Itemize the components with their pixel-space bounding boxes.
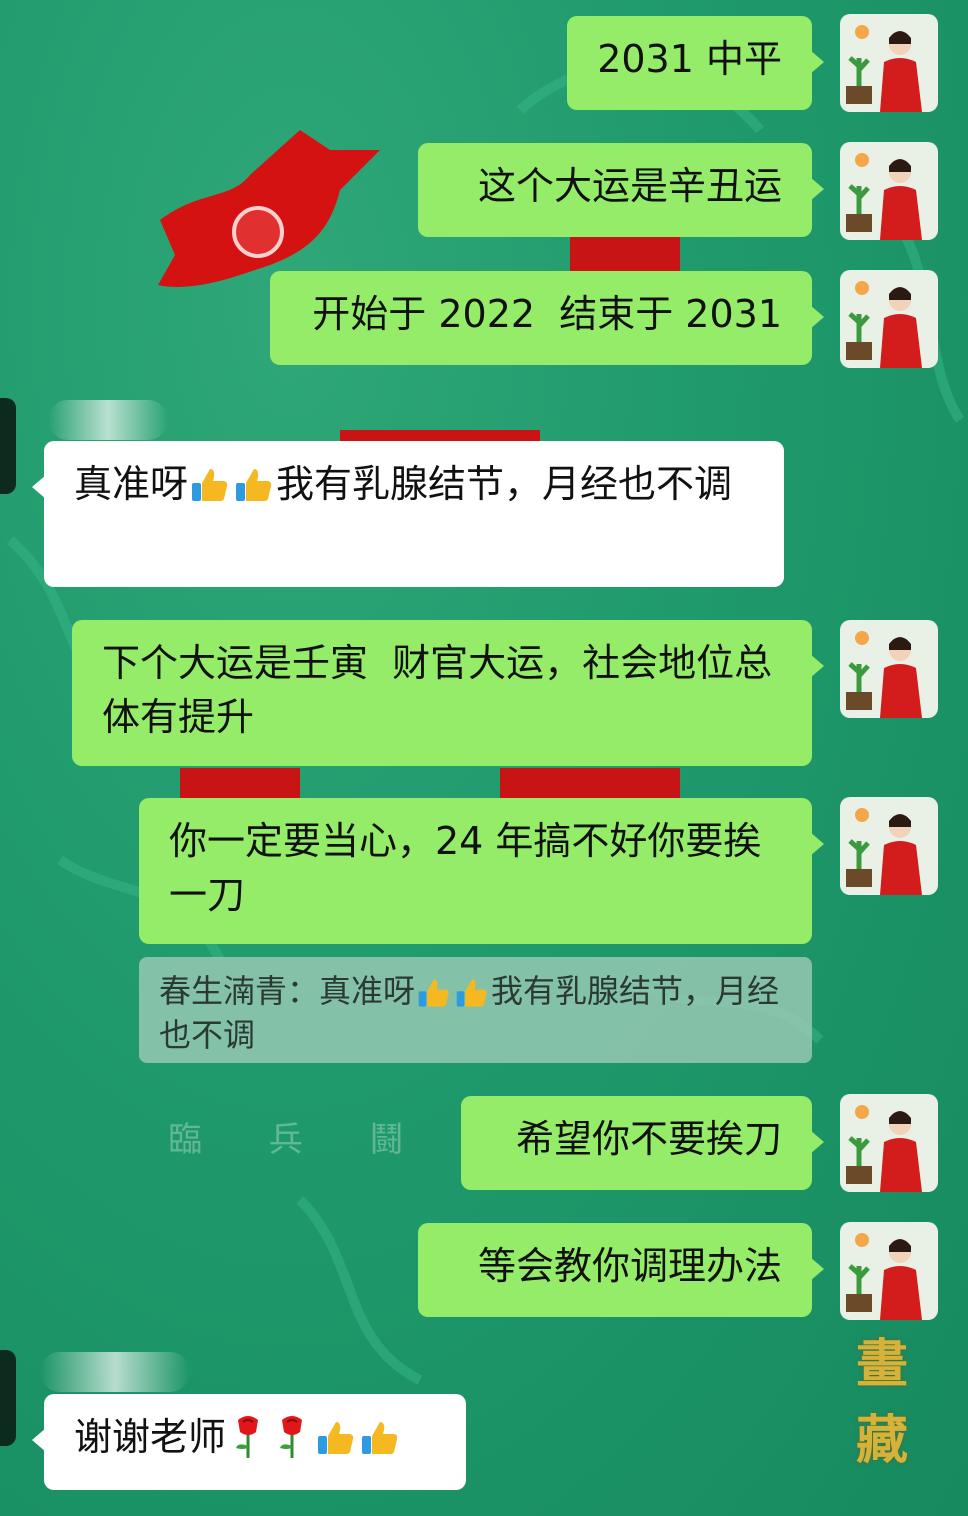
sender-name-redacted bbox=[40, 1352, 190, 1392]
message-text: 下个大运是壬寅 财官大运，社会地位总体有提升 bbox=[102, 641, 773, 739]
rose-icon bbox=[230, 1414, 266, 1460]
edge-handle bbox=[0, 1350, 16, 1446]
avatar-image bbox=[840, 1222, 938, 1320]
message-bubble-outgoing[interactable]: 2031 中平 bbox=[567, 16, 824, 110]
message-text: 开始于 2022 结束于 2031 bbox=[312, 292, 782, 336]
message-bubble-outgoing[interactable]: 等会教你调理办法 bbox=[418, 1223, 824, 1317]
avatar[interactable] bbox=[840, 620, 938, 718]
message-text: 真准呀 bbox=[74, 462, 189, 506]
message-text: 这个大运是辛丑运 bbox=[477, 164, 782, 208]
message-text: 谢谢老师 bbox=[74, 1415, 227, 1459]
thumbs-up-icon bbox=[190, 465, 230, 505]
avatar-image bbox=[840, 797, 938, 895]
message-text: 希望你不要挨刀 bbox=[515, 1117, 782, 1161]
message-bubble-incoming[interactable]: 真准呀 我有乳腺结节，月经也不调 bbox=[32, 441, 784, 587]
quoted-sender: 春生湳青： bbox=[159, 972, 320, 1010]
thumbs-up-icon bbox=[360, 1418, 400, 1458]
avatar[interactable] bbox=[840, 1222, 938, 1320]
thumbs-up-icon bbox=[316, 1418, 356, 1458]
avatar[interactable] bbox=[840, 270, 938, 368]
avatar[interactable] bbox=[840, 1094, 938, 1192]
thumbs-up-icon bbox=[455, 976, 489, 1010]
message-bubble-outgoing[interactable]: 希望你不要挨刀 bbox=[461, 1096, 824, 1190]
edge-handle bbox=[0, 398, 16, 494]
thumbs-up-icon bbox=[417, 976, 451, 1010]
message-text: 你一定要当心，24 年搞不好你要挨一刀 bbox=[169, 819, 762, 917]
message-text: 我有乳腺结节，月经也不调 bbox=[276, 462, 733, 506]
rose-icon bbox=[274, 1414, 310, 1460]
avatar-image bbox=[840, 1094, 938, 1192]
avatar-image bbox=[840, 620, 938, 718]
avatar-image bbox=[840, 142, 938, 240]
message-text: 等会教你调理办法 bbox=[477, 1244, 782, 1288]
message-bubble-outgoing[interactable]: 下个大运是壬寅 财官大运，社会地位总体有提升 bbox=[72, 620, 824, 766]
quoted-text: 真准呀 bbox=[319, 972, 416, 1010]
quoted-message[interactable]: 春生湳青：真准呀 我有乳腺结节，月经也不调 bbox=[139, 957, 812, 1063]
avatar[interactable] bbox=[840, 142, 938, 240]
background-seal: 藏 bbox=[856, 1410, 909, 1471]
avatar[interactable] bbox=[840, 14, 938, 112]
message-bubble-outgoing[interactable]: 这个大运是辛丑运 bbox=[418, 143, 824, 237]
avatar-image bbox=[840, 14, 938, 112]
message-bubble-outgoing[interactable]: 你一定要当心，24 年搞不好你要挨一刀 bbox=[139, 798, 824, 944]
message-bubble-outgoing[interactable]: 开始于 2022 结束于 2031 bbox=[270, 271, 824, 365]
thumbs-up-icon bbox=[234, 465, 274, 505]
avatar-image bbox=[840, 270, 938, 368]
avatar[interactable] bbox=[840, 797, 938, 895]
message-text: 2031 中平 bbox=[597, 37, 782, 81]
background-seal: 畫 bbox=[856, 1334, 909, 1395]
message-bubble-incoming[interactable]: 谢谢老师 bbox=[32, 1394, 466, 1490]
sender-name-redacted bbox=[48, 400, 168, 440]
